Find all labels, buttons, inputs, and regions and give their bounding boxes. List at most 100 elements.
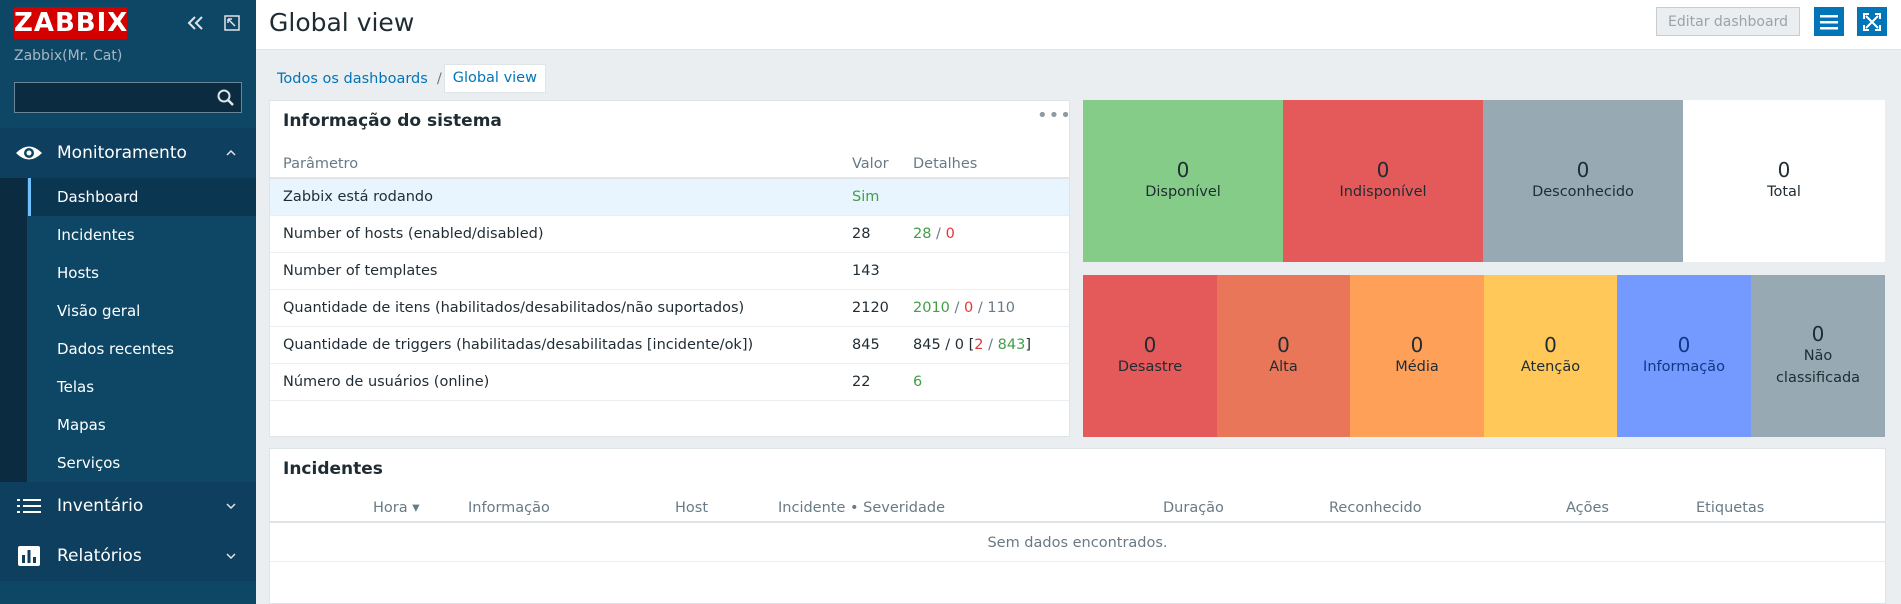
severity-disaster[interactable]: 0 Desastre (1083, 275, 1217, 437)
details-cell: 2010 / 0 / 110 (913, 300, 1016, 316)
column-header: Informação (468, 500, 550, 516)
menu-monitoring[interactable]: Monitoramento (0, 128, 256, 178)
eye-icon (0, 144, 57, 162)
table-header: Hora ▾ Informação Host Incidente • Sever… (270, 493, 1885, 523)
value-cell: 28 (852, 226, 871, 242)
value-cell: 22 (852, 374, 871, 390)
chevron-down-icon (220, 503, 242, 509)
dashboard-actions-button[interactable] (1814, 7, 1844, 36)
search-icon[interactable] (214, 86, 238, 110)
table-row: Quantidade de itens (habilitados/desabil… (270, 290, 1069, 327)
tile-label: Não classificada (1775, 348, 1861, 386)
severity-high[interactable]: 0 Alta (1217, 275, 1350, 437)
fullscreen-button[interactable] (1857, 7, 1887, 36)
tile-count: 0 (1777, 158, 1791, 182)
table-row: Quantidade de triggers (habilitadas/desa… (270, 327, 1069, 364)
hamburger-icon (1820, 14, 1838, 29)
column-header: Duração (1163, 500, 1224, 516)
server-name: Zabbix(Mr. Cat) (14, 48, 123, 64)
column-header: Ações (1566, 500, 1609, 516)
submenu-services[interactable]: Serviços (28, 444, 256, 482)
host-availability-total[interactable]: 0 Total (1683, 100, 1885, 262)
tile-count: 0 (1410, 333, 1424, 357)
submenu-screens[interactable]: Telas (28, 368, 256, 406)
incidents-widget: Incidentes Hora ▾ Informação Host Incide… (269, 448, 1886, 604)
bar-chart-icon (0, 546, 57, 566)
kiosk-mode-icon[interactable] (221, 12, 243, 34)
host-availability-unavailable[interactable]: 0 Indisponível (1283, 100, 1483, 262)
tile-label: Atenção (1520, 359, 1581, 375)
value-cell: 2120 (852, 300, 889, 316)
table-header: Parâmetro Valor Detalhes (270, 149, 1069, 179)
submenu-incidents[interactable]: Incidentes (28, 216, 256, 254)
sidebar-search-input[interactable] (14, 82, 242, 113)
tile-count: 0 (1143, 333, 1157, 357)
table-row: Zabbix está rodando Sim (270, 179, 1069, 216)
list-icon (0, 498, 57, 514)
table-row: Number of templates 143 (270, 253, 1069, 290)
tile-label: Total (1767, 184, 1801, 200)
page-title: Global view (269, 8, 415, 37)
severity-information[interactable]: 0 Informação (1617, 275, 1751, 437)
severity-average[interactable]: 0 Média (1350, 275, 1484, 437)
param-cell: Quantidade de itens (habilitados/desabil… (283, 300, 745, 316)
tile-count: 0 (1576, 158, 1590, 182)
param-cell: Number of hosts (enabled/disabled) (283, 226, 544, 242)
tile-label: Média (1395, 359, 1439, 375)
sidebar: ZABBIX Zabbix(Mr. Cat) Monitoramento Das… (0, 0, 256, 604)
column-header: Etiquetas (1696, 500, 1765, 516)
collapse-sidebar-icon[interactable] (185, 12, 207, 34)
tile-label: Desastre (1117, 359, 1183, 375)
edit-dashboard-button[interactable]: Editar dashboard (1656, 7, 1800, 36)
column-header: Parâmetro (283, 156, 359, 172)
param-cell: Número de usuários (online) (283, 374, 490, 390)
submenu-overview[interactable]: Visão geral (28, 292, 256, 330)
tile-count: 0 (1811, 322, 1825, 346)
zabbix-logo[interactable]: ZABBIX (14, 7, 127, 39)
breadcrumb-separator: / (436, 70, 442, 87)
column-header-time[interactable]: Hora ▾ (373, 493, 420, 523)
fullscreen-icon (1863, 12, 1881, 31)
host-availability-available[interactable]: 0 Disponível (1083, 100, 1283, 262)
details-cell: 6 (913, 374, 923, 390)
submenu-latest-data[interactable]: Dados recentes (28, 330, 256, 368)
submenu-hosts[interactable]: Hosts (28, 254, 256, 292)
host-availability-unknown[interactable]: 0 Desconhecido (1483, 100, 1683, 262)
widget-menu-icon[interactable]: ••• (1037, 107, 1071, 127)
value-cell: Sim (852, 189, 880, 205)
severity-warning[interactable]: 0 Atenção (1484, 275, 1617, 437)
submenu-dashboard[interactable]: Dashboard (28, 178, 256, 216)
param-cell: Number of templates (283, 263, 438, 279)
menu-inventory[interactable]: Inventário (0, 481, 256, 531)
value-cell: 143 (852, 263, 880, 279)
details-cell: 845 / 0 [2 / 843] (913, 337, 1031, 353)
menu-reports[interactable]: Relatórios (0, 531, 256, 581)
system-info-widget: Informação do sistema ••• Parâmetro Valo… (269, 100, 1071, 437)
breadcrumb-current[interactable]: Global view (443, 64, 546, 93)
breadcrumb-all-dashboards[interactable]: Todos os dashboards (270, 71, 435, 87)
table-row: Número de usuários (online) 22 6 (270, 364, 1069, 401)
param-cell: Quantidade de triggers (habilitadas/desa… (283, 337, 754, 353)
tile-count: 0 (1376, 158, 1390, 182)
page-header: Global view Editar dashboard (256, 0, 1901, 50)
column-header: Detalhes (913, 156, 978, 172)
widget-title: Informação do sistema (283, 111, 502, 131)
menu-reports-label: Relatórios (57, 546, 142, 566)
submenu-maps[interactable]: Mapas (28, 406, 256, 444)
table-row: Number of hosts (enabled/disabled) 28 28… (270, 216, 1069, 253)
column-header: Reconhecido (1329, 500, 1422, 516)
severity-not-classified[interactable]: 0 Não classificada (1751, 275, 1885, 437)
tile-count: 0 (1176, 158, 1190, 182)
tile-label: Informação (1643, 359, 1725, 375)
menu-inventory-label: Inventário (57, 496, 144, 516)
tile-label: Alta (1269, 359, 1298, 375)
column-header: Host (675, 500, 709, 516)
column-header: Incidente • Severidade (778, 500, 945, 516)
tile-count: 0 (1277, 333, 1290, 357)
menu-monitoring-label: Monitoramento (57, 143, 187, 163)
tile-count: 0 (1544, 333, 1557, 357)
details-cell: 28 / 0 (913, 226, 955, 242)
no-data-message: Sem dados encontrados. (270, 525, 1885, 562)
chevron-up-icon (220, 150, 242, 156)
value-cell: 845 (852, 337, 880, 353)
